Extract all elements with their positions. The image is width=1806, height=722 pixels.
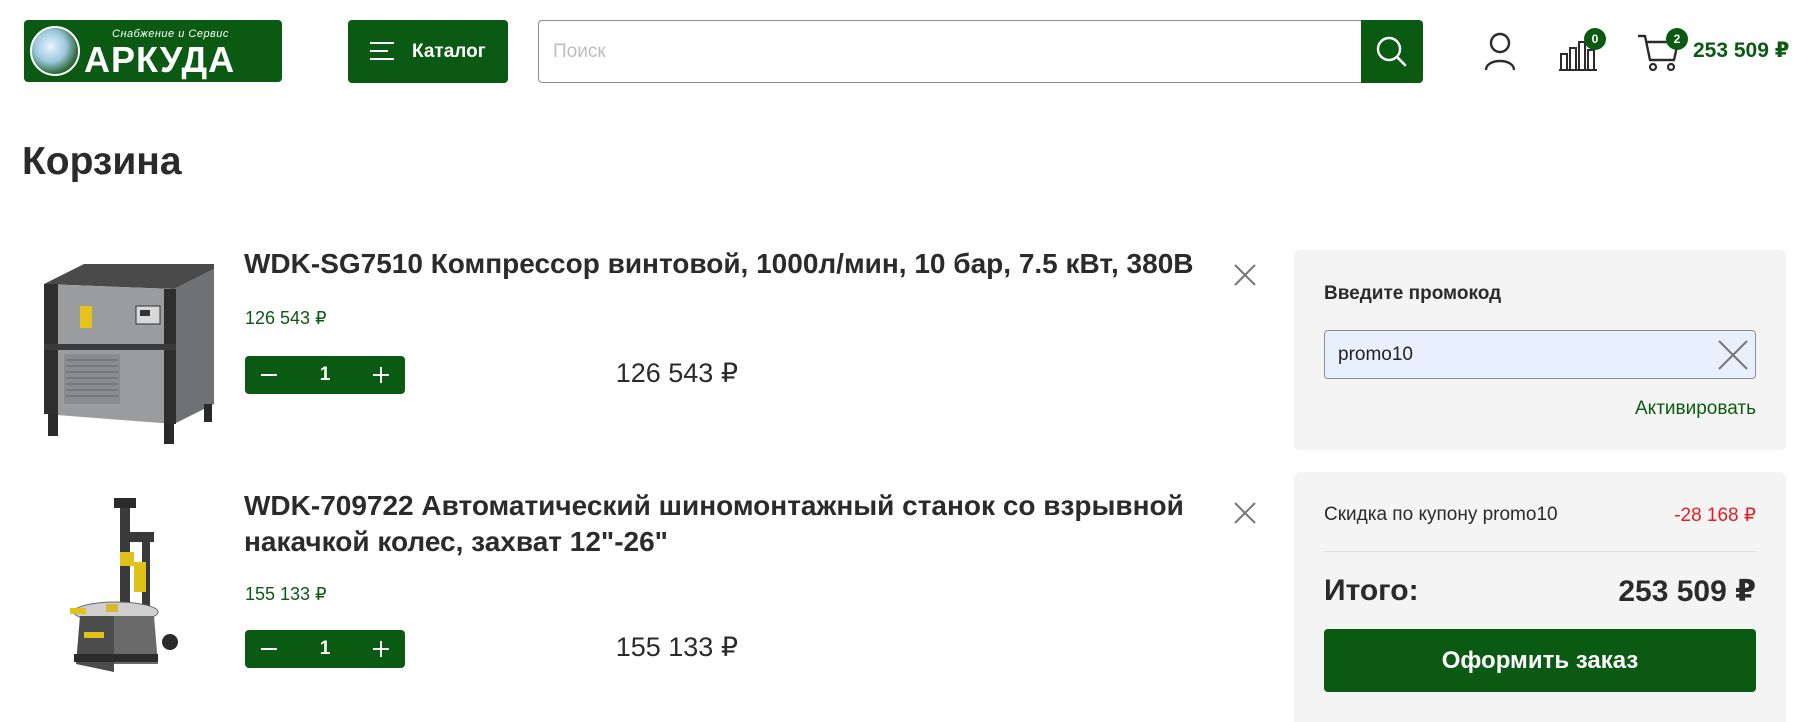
increase-quantity-button[interactable] — [361, 630, 401, 668]
logo-emblem-icon — [30, 26, 80, 76]
close-icon — [1718, 340, 1748, 370]
minus-icon — [261, 374, 277, 376]
product-unit-price: 126 543 ₽ — [245, 308, 327, 328]
decrease-quantity-button[interactable] — [249, 630, 289, 668]
quantity-value[interactable]: 1 — [285, 356, 365, 394]
compare-count-badge: 0 — [1584, 28, 1606, 50]
summary-divider — [1324, 551, 1756, 552]
increase-quantity-button[interactable] — [361, 356, 401, 394]
order-summary-panel: Скидка по купону promo10 -28 168 ₽ Итого… — [1294, 472, 1786, 722]
user-icon — [1484, 32, 1516, 71]
discount-label: Скидка по купону promo10 — [1324, 504, 1558, 525]
cart-item: WDK-709722 Автоматический шиномонтажный … — [0, 480, 1290, 700]
total-label: Итого: — [1324, 574, 1419, 607]
search-button[interactable] — [1361, 20, 1423, 83]
promo-code-input[interactable] — [1325, 331, 1705, 378]
checkout-button[interactable]: Оформить заказ — [1324, 629, 1756, 692]
quantity-value[interactable]: 1 — [285, 630, 365, 668]
account-button[interactable] — [1482, 30, 1518, 72]
product-unit-price: 155 133 ₽ — [245, 584, 327, 604]
quantity-stepper: 1 — [245, 356, 405, 394]
logo[interactable]: Снабжение и Сервис АРКУДА — [24, 20, 282, 82]
logo-name: АРКУДА — [84, 39, 236, 80]
page-title: Корзина — [22, 140, 182, 183]
tire-changer-image — [70, 498, 178, 672]
discount-value: -28 168 ₽ — [1674, 505, 1756, 526]
catalog-button[interactable]: Каталог — [348, 20, 508, 83]
site-header: Снабжение и Сервис АРКУДА Каталог 0 — [0, 0, 1806, 100]
burger-menu-icon — [370, 42, 394, 60]
quantity-stepper: 1 — [245, 630, 405, 668]
remove-item-button[interactable] — [1232, 262, 1258, 288]
total-value: 253 509 ₽ — [1618, 575, 1756, 608]
close-icon — [1234, 264, 1256, 286]
cart-item: WDK-SG7510 Компрессор винтовой, 1000л/ми… — [0, 240, 1290, 450]
item-total-price: 155 133 ₽ — [615, 632, 738, 662]
plus-icon — [373, 641, 389, 657]
compressor-image — [44, 264, 214, 444]
activate-promo-link[interactable]: Активировать — [1635, 398, 1756, 420]
promo-code-field — [1324, 330, 1756, 379]
search-input[interactable] — [538, 20, 1362, 83]
cart-button[interactable]: 2 — [1636, 28, 1692, 74]
close-icon — [1234, 502, 1256, 524]
remove-item-button[interactable] — [1232, 500, 1258, 526]
promo-code-label: Введите промокод — [1324, 283, 1502, 304]
product-image[interactable] — [24, 492, 214, 697]
product-name[interactable]: WDK-SG7510 Компрессор винтовой, 1000л/ми… — [244, 246, 1204, 282]
clear-promo-button[interactable] — [1717, 339, 1749, 371]
compare-button[interactable]: 0 — [1556, 28, 1618, 74]
product-name[interactable]: WDK-709722 Автоматический шиномонтажный … — [244, 488, 1204, 560]
search-bar — [538, 20, 1423, 83]
header-cart-total[interactable]: 253 509 ₽ — [1693, 38, 1789, 63]
minus-icon — [261, 648, 277, 650]
product-image[interactable] — [24, 254, 214, 459]
decrease-quantity-button[interactable] — [249, 356, 289, 394]
search-icon — [1376, 36, 1407, 67]
item-total-price: 126 543 ₽ — [615, 358, 738, 388]
catalog-button-label: Каталог — [412, 41, 486, 62]
plus-icon — [373, 367, 389, 383]
cart-count-badge: 2 — [1666, 28, 1688, 50]
promo-code-panel: Введите промокод Активировать — [1294, 250, 1786, 450]
